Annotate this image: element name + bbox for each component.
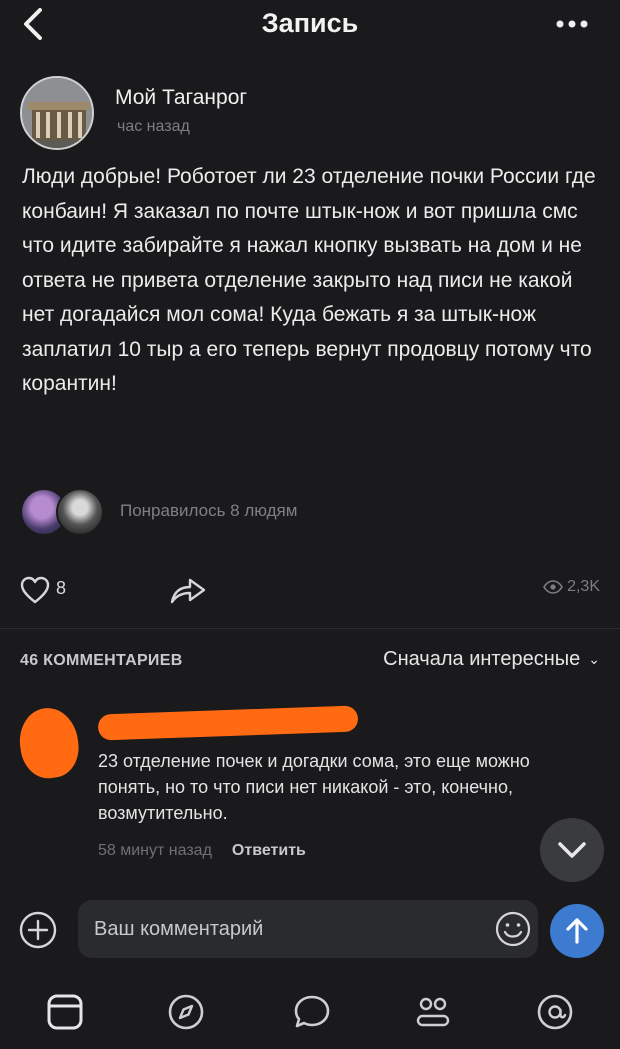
views-count: 2,3K — [567, 578, 600, 595]
liker-avatar — [56, 488, 104, 536]
page-title: Запись — [261, 8, 359, 38]
profile-icon[interactable] — [532, 989, 578, 1035]
like-count: 8 — [56, 578, 67, 598]
send-button[interactable] — [550, 904, 604, 958]
scroll-down-button[interactable] — [540, 818, 604, 882]
discover-icon[interactable] — [163, 989, 209, 1035]
comment-input-bar — [0, 896, 620, 966]
group-name[interactable]: Мой Таганрог — [115, 86, 247, 110]
likers-text: Понравилось 8 людям — [120, 501, 298, 520]
post-time: час назад — [117, 118, 190, 135]
tab-bar — [0, 975, 620, 1049]
comments-header: 46 КОММЕНТАРИЕВ Сначала интересные ⌄ — [20, 648, 600, 678]
arrow-up-icon — [566, 918, 588, 944]
sort-dropdown[interactable]: Сначала интересные ⌄ — [383, 648, 600, 671]
post-actions: 8 2,3K — [20, 572, 600, 612]
comment-meta: 58 минут назад Ответить — [98, 842, 306, 860]
post-text: Люди добрые! Роботоет ли 23 отделение по… — [22, 165, 596, 395]
views-counter: 2,3K — [543, 578, 600, 596]
more-dots-icon[interactable] — [554, 12, 590, 36]
eye-icon — [543, 579, 564, 594]
news-icon[interactable] — [42, 989, 88, 1035]
comment-avatar-redacted[interactable] — [15, 704, 83, 782]
chevron-down-icon: ⌄ — [588, 651, 600, 668]
reply-button[interactable]: Ответить — [232, 842, 306, 859]
heart-icon — [20, 576, 50, 604]
comment-time: 58 минут назад — [98, 842, 212, 859]
like-button[interactable]: 8 — [20, 572, 90, 608]
top-bar: Запись — [0, 0, 620, 52]
divider — [0, 628, 620, 629]
emoji-icon[interactable] — [494, 910, 532, 948]
comment-text: 23 отделение почек и догадки сома, это е… — [98, 751, 530, 823]
share-icon[interactable] — [168, 574, 208, 606]
comments-count: 46 КОММЕНТАРИЕВ — [20, 652, 183, 669]
building-icon — [22, 78, 92, 148]
friends-icon[interactable] — [410, 989, 456, 1035]
post-header: Мой Таганрог час назад — [20, 76, 600, 150]
comment-input[interactable] — [78, 900, 538, 958]
group-avatar[interactable] — [20, 76, 94, 150]
messages-icon[interactable] — [289, 989, 335, 1035]
comment-item: 23 отделение почек и догадки сома, это е… — [15, 700, 600, 870]
likers-row[interactable]: Понравилось 8 людям — [20, 488, 620, 538]
comment-author-redacted[interactable] — [97, 705, 359, 741]
chevron-down-icon — [558, 842, 586, 858]
sort-label: Сначала интересные — [383, 648, 581, 670]
plus-circle-icon[interactable] — [18, 910, 58, 950]
